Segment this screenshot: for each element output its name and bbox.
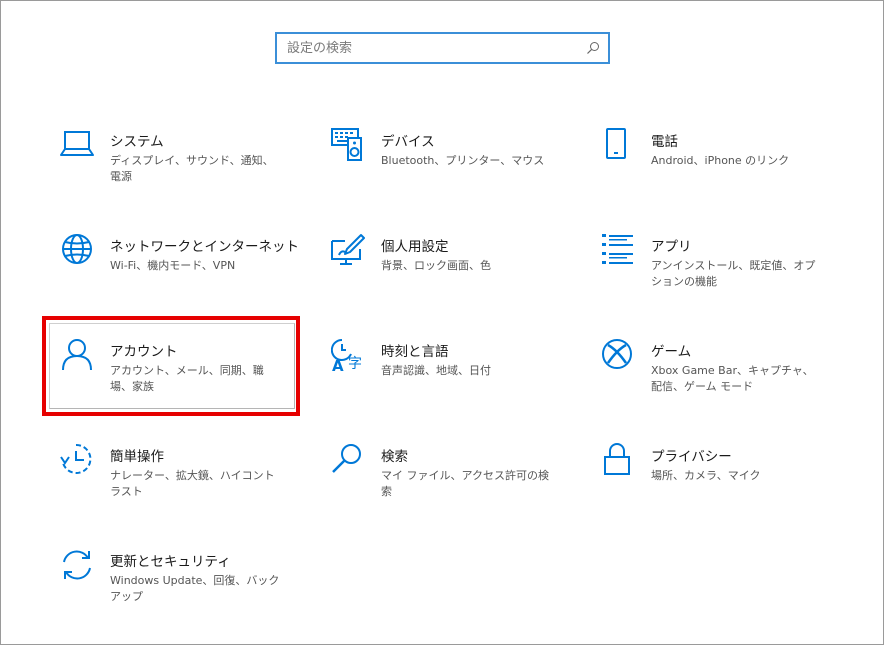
phone-icon (606, 128, 626, 159)
svg-text:字: 字 (348, 356, 362, 372)
tile-title: 検索 (381, 449, 408, 465)
tile-title: プライバシー (651, 449, 732, 465)
tile-title: 時刻と言語 (381, 344, 449, 360)
tile-title: デバイス (381, 134, 435, 150)
paint-display-icon (331, 234, 365, 265)
tile-description: Bluetooth、プリンター、マウス (381, 154, 545, 167)
globe-icon (62, 234, 92, 264)
app-list-icon (602, 234, 633, 264)
tile-title: 個人用設定 (381, 239, 449, 255)
time-language-icon: A 字 (331, 338, 362, 374)
tile-description: Windows Update、回復、バックアップ (110, 574, 280, 603)
tile-description: ディスプレイ、サウンド、通知、電源 (110, 154, 274, 183)
svg-text:A: A (332, 357, 344, 374)
tile-devices[interactable]: デバイス Bluetooth、プリンター、マウス (331, 128, 581, 210)
keyboard-speaker-icon (331, 128, 362, 161)
tile-description: 音声認識、地域、日付 (381, 364, 491, 377)
search-box[interactable] (275, 32, 610, 64)
laptop-icon (60, 131, 94, 156)
tile-system[interactable]: システム ディスプレイ、サウンド、通知、電源 (60, 128, 310, 210)
tile-description: Android、iPhone のリンク (651, 154, 790, 167)
tile-description: ナレーター、拡大鏡、ハイコントラスト (110, 469, 275, 498)
tile-update-security[interactable]: 更新とセキュリティ Windows Update、回復、バックアップ (60, 548, 310, 630)
tile-description: Wi-Fi、機内モード、VPN (110, 259, 236, 272)
tile-description: Xbox Game Bar、キャプチャ、配信、ゲーム モード (651, 364, 814, 393)
lock-icon (604, 443, 630, 475)
tile-network[interactable]: ネットワークとインターネット Wi-Fi、機内モード、VPN (60, 233, 310, 315)
person-icon (62, 339, 92, 371)
tile-description: 背景、ロック画面、色 (381, 259, 491, 272)
sync-icon (63, 550, 91, 580)
tile-ease-of-access[interactable]: 簡単操作 ナレーター、拡大鏡、ハイコントラスト (60, 443, 310, 525)
search-magnifier-icon (332, 444, 361, 473)
tile-description: マイ ファイル、アクセス許可の検索 (381, 469, 549, 498)
ease-of-access-icon (60, 443, 92, 474)
tile-personalization[interactable]: 個人用設定 背景、ロック画面、色 (331, 233, 581, 315)
xbox-icon (602, 339, 632, 369)
tile-gaming[interactable]: ゲーム Xbox Game Bar、キャプチャ、配信、ゲーム モード (601, 338, 851, 420)
search-icon[interactable] (586, 41, 600, 55)
tile-title: 電話 (651, 134, 678, 150)
tile-phone[interactable]: 電話 Android、iPhone のリンク (601, 128, 851, 210)
tile-title: ネットワークとインターネット (110, 239, 299, 255)
tile-title: ゲーム (651, 344, 692, 360)
tile-privacy[interactable]: プライバシー 場所、カメラ、マイク (601, 443, 851, 525)
tile-time-language[interactable]: A 字 時刻と言語 音声認識、地域、日付 (331, 338, 581, 420)
search-input[interactable] (277, 34, 577, 62)
tile-description: アカウント、メール、同期、職場、家族 (110, 364, 264, 393)
tile-title: アカウント (110, 344, 178, 360)
tile-title: 更新とセキュリティ (110, 554, 231, 570)
tile-title: 簡単操作 (110, 449, 164, 465)
tile-description: アンインストール、既定値、オプションの機能 (651, 259, 816, 288)
tile-title: アプリ (651, 239, 692, 255)
tile-title: システム (110, 134, 164, 150)
tile-description: 場所、カメラ、マイク (651, 469, 761, 482)
tile-accounts[interactable]: アカウント アカウント、メール、同期、職場、家族 (60, 338, 310, 420)
tile-search[interactable]: 検索 マイ ファイル、アクセス許可の検索 (331, 443, 581, 525)
tile-apps[interactable]: アプリ アンインストール、既定値、オプションの機能 (601, 233, 851, 315)
